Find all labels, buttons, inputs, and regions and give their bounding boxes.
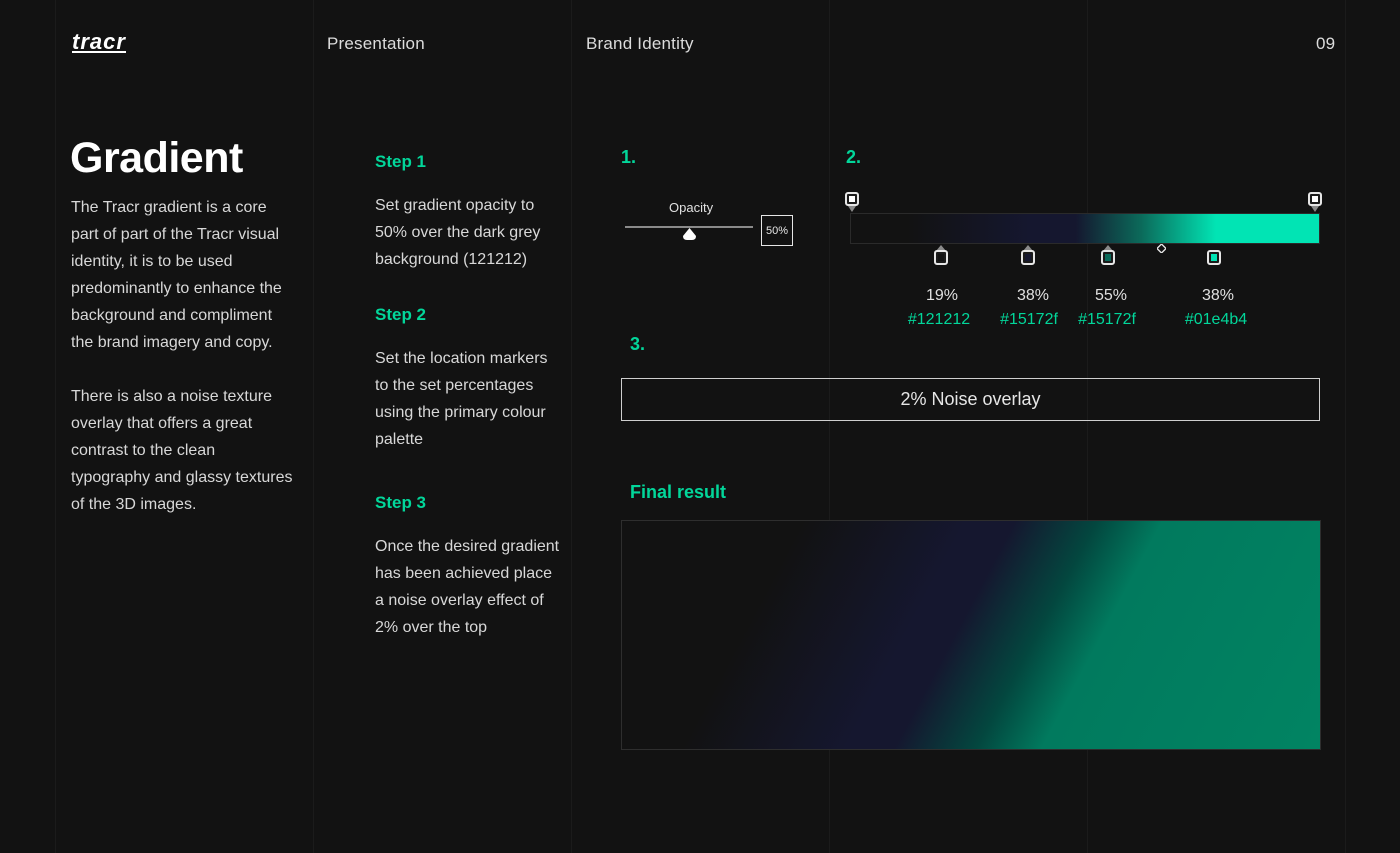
brand-logo: tracr: [72, 29, 126, 54]
intro-paragraph-1: The Tracr gradient is a core part of par…: [71, 199, 282, 351]
grid-line: [1345, 0, 1346, 853]
color-stop-2[interactable]: [1021, 245, 1035, 265]
stop-2-percent: 38%: [1016, 287, 1050, 304]
grid-line: [55, 0, 56, 853]
final-result-label: Final result: [630, 482, 727, 502]
noise-overlay-field[interactable]: 2% Noise overlay: [621, 378, 1320, 421]
opacity-stop-right[interactable]: [1308, 192, 1322, 212]
gradient-bar[interactable]: [850, 213, 1320, 244]
step-1-body: Set gradient opacity to 50% over the dar…: [375, 197, 541, 268]
opacity-label: Opacity: [669, 200, 714, 215]
color-stop-4[interactable]: [1207, 245, 1221, 265]
step-2-title: Step 2: [375, 305, 427, 324]
final-result-preview: [621, 520, 1321, 750]
intro-paragraph-2: There is also a noise texture overlay th…: [71, 388, 293, 513]
stop-1-percent: 19%: [925, 287, 959, 304]
page-title: Gradient: [70, 134, 243, 182]
grid-line: [313, 0, 314, 853]
stop-3-percent: 55%: [1094, 287, 1128, 304]
header-subsection: Brand Identity: [586, 34, 694, 53]
opacity-slider-thumb[interactable]: [682, 228, 696, 240]
opacity-value-field[interactable]: 50%: [761, 215, 793, 246]
stop-4-hex: #01e4b4: [1184, 311, 1248, 328]
panel-1-number: 1.: [621, 147, 637, 167]
panel-3-number: 3.: [630, 334, 646, 354]
grid-line: [571, 0, 572, 853]
color-stop-3[interactable]: [1101, 245, 1115, 265]
stop-2-hex: #15172f: [1000, 311, 1058, 328]
stop-1-hex: #121212: [907, 311, 971, 328]
step-3-title: Step 3: [375, 493, 427, 512]
header-section: Presentation: [327, 34, 425, 53]
stop-3-hex: #15172f: [1078, 311, 1136, 328]
panel-2-number: 2.: [846, 147, 862, 167]
midpoint-diamond-icon[interactable]: [1157, 244, 1166, 253]
step-1-title: Step 1: [375, 152, 427, 171]
page-number: 09: [1316, 34, 1336, 53]
step-2-body: Set the location markers to the set perc…: [375, 350, 548, 448]
opacity-stop-left[interactable]: [845, 192, 859, 212]
stop-4-percent: 38%: [1201, 287, 1235, 304]
color-stop-1[interactable]: [934, 245, 948, 265]
step-3-body: Once the desired gradient has been achie…: [375, 538, 560, 636]
